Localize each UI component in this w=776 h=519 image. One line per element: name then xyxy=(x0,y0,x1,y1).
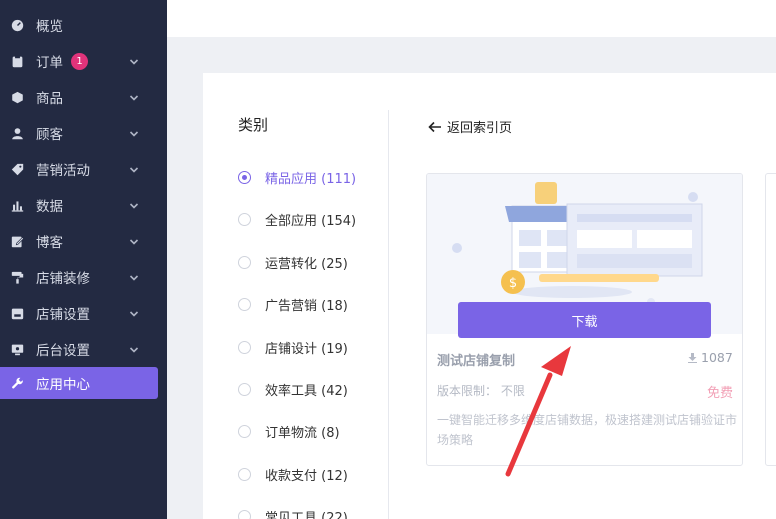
chevron-down-icon xyxy=(129,91,139,101)
back-link-label: 返回索引页 xyxy=(447,121,513,136)
bar-chart-icon xyxy=(10,198,24,212)
category-label: 全部应用 (154) xyxy=(265,213,357,229)
sidebar-item-orders[interactable]: 订单 1 xyxy=(0,45,158,77)
tag-icon xyxy=(10,162,24,176)
radio-button[interactable] xyxy=(238,424,251,438)
app-name: 测试店铺复制 xyxy=(437,354,516,369)
monitor-icon xyxy=(10,342,24,356)
order-count-badge: 1 xyxy=(71,52,88,70)
back-to-index-link[interactable]: 返回索引页 xyxy=(428,117,512,136)
sidebar-item-label: 概览 xyxy=(36,19,63,35)
sidebar-item-products[interactable]: 商品 xyxy=(0,81,158,113)
category-label: 效率工具 (42) xyxy=(265,383,348,399)
arrow-left-icon xyxy=(428,121,441,132)
sidebar-item-customers[interactable]: 顾客 xyxy=(0,117,158,149)
chevron-down-icon xyxy=(129,307,139,317)
sidebar-item-store-design[interactable]: 店铺装修 xyxy=(0,261,158,293)
category-divider xyxy=(388,110,389,519)
sidebar-item-admin-settings[interactable]: 后台设置 xyxy=(0,333,158,365)
download-icon xyxy=(688,352,697,363)
sidebar-item-label: 店铺装修 xyxy=(36,271,90,287)
radio-button[interactable] xyxy=(238,212,251,226)
sidebar-item-label: 数据 xyxy=(36,199,63,215)
category-label: 订单物流 (8) xyxy=(265,425,340,441)
top-header xyxy=(167,0,776,37)
chevron-down-icon xyxy=(129,271,139,281)
sidebar-item-store-settings[interactable]: 店铺设置 xyxy=(0,297,158,329)
sidebar-item-label: 后台设置 xyxy=(36,343,90,359)
sidebar-item-marketing[interactable]: 营销活动 xyxy=(0,153,158,185)
sidebar-item-label: 店铺设置 xyxy=(36,307,90,323)
radio-button[interactable] xyxy=(238,467,251,481)
category-label: 广告营销 (18) xyxy=(265,298,348,314)
sidebar-item-label: 商品 xyxy=(36,91,63,107)
category-item-operations[interactable]: 运营转化 (25) xyxy=(238,252,348,272)
radio-button[interactable] xyxy=(238,297,251,311)
chevron-down-icon xyxy=(129,55,139,65)
svg-text:$: $ xyxy=(509,276,517,291)
category-label: 精品应用 (111) xyxy=(265,171,357,187)
radio-button[interactable] xyxy=(238,170,251,184)
app-description: 一键智能迁移多维度店铺数据，极速搭建测试店铺验证市场策略 xyxy=(437,413,738,447)
cube-icon xyxy=(10,90,24,104)
sidebar-item-blog[interactable]: 博客 xyxy=(0,225,158,257)
category-item-efficiency[interactable]: 效率工具 (42) xyxy=(238,379,348,399)
download-count-value: 1087 xyxy=(701,350,733,365)
chevron-down-icon xyxy=(129,127,139,137)
category-item-payments[interactable]: 收款支付 (12) xyxy=(238,464,348,484)
sidebar-item-label: 订单 xyxy=(36,55,63,71)
radio-button[interactable] xyxy=(238,509,251,519)
radio-button[interactable] xyxy=(238,255,251,269)
sidebar-item-label: 营销活动 xyxy=(36,163,90,179)
store-icon xyxy=(10,306,24,320)
app-card-next[interactable] xyxy=(765,173,776,466)
category-label: 运营转化 (25) xyxy=(265,256,348,272)
category-item-all[interactable]: 全部应用 (154) xyxy=(238,209,356,229)
download-button[interactable]: 下载 xyxy=(458,302,711,338)
category-label: 收款支付 (12) xyxy=(265,468,348,484)
wrench-icon xyxy=(10,376,24,390)
radio-button[interactable] xyxy=(238,382,251,396)
sidebar-item-label: 顾客 xyxy=(36,127,63,143)
category-label: 常见工具 (22) xyxy=(265,510,348,519)
sidebar-item-app-center[interactable]: 应用中心 xyxy=(0,367,158,399)
version-limit: 版本限制： 不限 xyxy=(437,384,525,398)
user-icon xyxy=(10,126,24,140)
category-item-featured[interactable]: 精品应用 (111) xyxy=(238,167,356,187)
chevron-down-icon xyxy=(129,343,139,353)
clipboard-icon xyxy=(10,54,24,68)
download-count: 1087 xyxy=(688,350,733,365)
category-title: 类别 xyxy=(238,116,269,134)
edit-icon xyxy=(10,234,24,248)
category-item-store-design[interactable]: 店铺设计 (19) xyxy=(238,337,348,357)
category-item-advertising[interactable]: 广告营销 (18) xyxy=(238,294,348,314)
sidebar-item-data[interactable]: 数据 xyxy=(0,189,158,221)
dashboard-icon xyxy=(10,18,24,32)
category-item-logistics[interactable]: 订单物流 (8) xyxy=(238,421,340,441)
chevron-down-icon xyxy=(129,199,139,209)
sidebar-item-overview[interactable]: 概览 xyxy=(0,9,158,41)
paint-roller-icon xyxy=(10,270,24,284)
sidebar-item-label: 应用中心 xyxy=(36,377,90,393)
sidebar: 概览 订单 1 商品 顾客 营销活动 数据 博客 店铺装修 店铺设置 后台设置 … xyxy=(0,0,167,519)
radio-button[interactable] xyxy=(238,340,251,354)
chevron-down-icon xyxy=(129,163,139,173)
chevron-down-icon xyxy=(129,235,139,245)
category-item-tools[interactable]: 常见工具 (22) xyxy=(238,506,348,519)
category-label: 店铺设计 (19) xyxy=(265,341,348,357)
price-label: 免费 xyxy=(707,386,734,401)
sidebar-item-label: 博客 xyxy=(36,235,63,251)
